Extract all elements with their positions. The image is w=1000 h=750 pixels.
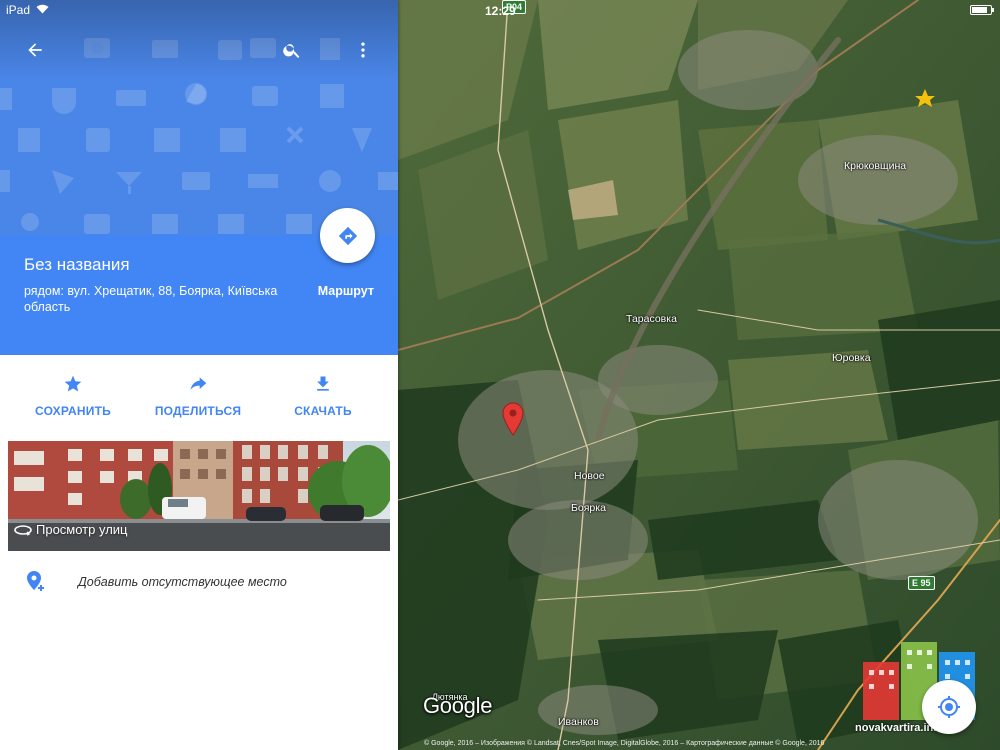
share-icon — [190, 377, 207, 390]
street-view-label: Просмотр улиц — [36, 522, 128, 537]
place-address: рядом: вул. Хрещатик, 88, Боярка, Київсь… — [24, 284, 278, 314]
satellite-map[interactable]: Крюковщина Тарасовка Юровка Новое Боярка… — [398, 0, 1000, 750]
status-time: 12:29 — [485, 4, 516, 18]
map-copyright: © Google, 2016 – Изображения © Landsat, … — [424, 740, 825, 747]
more-options-button[interactable] — [347, 34, 379, 66]
app-bar — [0, 20, 398, 80]
map-label-kryukovshchina: Крюковщина — [844, 160, 907, 172]
action-bar: СОХРАНИТЬ ПОДЕЛИТЬСЯ СКАЧАТЬ — [0, 370, 398, 430]
add-missing-place-label: Добавить отсутствующее место — [78, 575, 287, 589]
road-badge-e95: E 95 — [908, 576, 935, 590]
add-location-icon — [27, 571, 44, 591]
place-title: Без названия — [24, 255, 130, 274]
street-view-360-icon — [14, 524, 32, 536]
route-link[interactable]: Маршрут — [318, 284, 374, 298]
google-logo: Google — [423, 693, 493, 718]
device-name: iPad — [6, 3, 31, 17]
save-button[interactable]: СОХРАНИТЬ — [18, 370, 128, 420]
save-label: СОХРАНИТЬ — [35, 404, 111, 418]
map-label-yurovka: Юровка — [832, 352, 871, 364]
status-bar: iPad 12:29 — [0, 0, 1000, 20]
download-label: СКАЧАТЬ — [294, 404, 352, 418]
wifi-icon — [36, 3, 49, 17]
map-label-novoe: Новое — [574, 470, 605, 482]
street-view-thumbnail[interactable]: Просмотр улиц — [8, 441, 390, 551]
satellite-imagery — [398, 0, 1000, 750]
place-panel: Без названия рядом: вул. Хрещатик, 88, Б… — [0, 0, 398, 750]
my-location-button[interactable] — [922, 680, 976, 734]
map-label-tarasovka: Тарасовка — [626, 313, 677, 325]
star-icon — [64, 375, 82, 392]
battery-icon — [970, 5, 994, 15]
download-icon — [317, 376, 329, 391]
share-label: ПОДЕЛИТЬСЯ — [154, 404, 242, 418]
my-location-icon — [938, 696, 960, 718]
arrow-back-icon — [28, 43, 42, 57]
directions-button[interactable] — [320, 208, 375, 263]
map-label-ivankov: Иванков — [558, 716, 599, 728]
search-button[interactable] — [276, 34, 308, 66]
share-button[interactable]: ПОДЕЛИТЬСЯ — [143, 370, 253, 420]
download-button[interactable]: СКАЧАТЬ — [268, 370, 378, 420]
more-vert-icon — [361, 42, 365, 58]
back-button[interactable] — [19, 34, 51, 66]
location-pin-icon[interactable] — [502, 402, 524, 441]
directions-icon — [338, 226, 357, 245]
map-label-boyarka: Боярка — [571, 502, 606, 514]
search-icon — [283, 44, 300, 58]
add-missing-place-button[interactable]: Добавить отсутствующее место — [0, 562, 398, 602]
